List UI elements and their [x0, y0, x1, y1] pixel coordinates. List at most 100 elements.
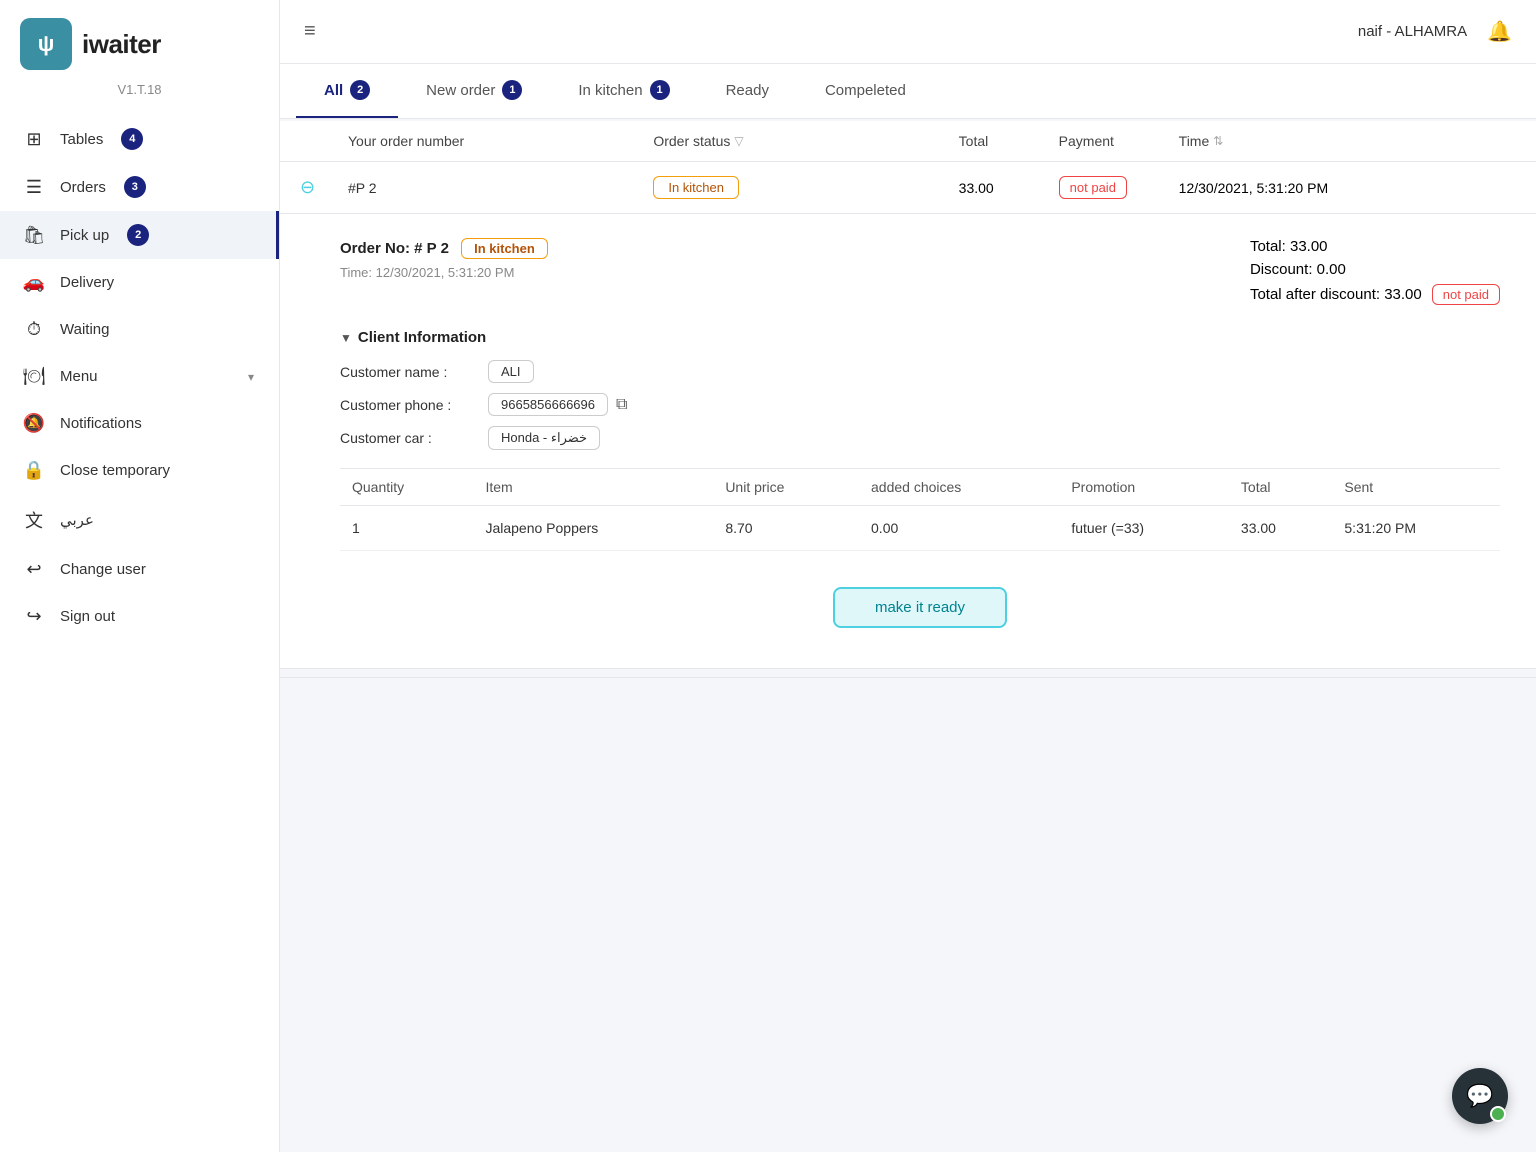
topbar: ≡ naif - ALHAMRA 🔔 [280, 0, 1536, 64]
waiting-icon: ⏱ [22, 319, 46, 340]
tab-in-kitchen[interactable]: In kitchen1 [550, 64, 697, 118]
sidebar-item-close-temporary[interactable]: 🔒 Close temporary [0, 447, 279, 494]
tab-new-order[interactable]: New order1 [398, 64, 550, 118]
sidebar-item-notifications[interactable]: 🔕Notifications [0, 400, 279, 447]
topbar-user: naif - ALHAMRA [1358, 23, 1467, 40]
client-info-arrow: ▼ [340, 331, 352, 345]
tab-all[interactable]: All 2 [296, 64, 398, 118]
sidebar-badge-tables: 4 [121, 128, 143, 150]
logo-text: iwaiter [82, 29, 161, 60]
client-info-toggle[interactable]: ▼ Client Information [340, 329, 1500, 346]
client-info-section: ▼ Client Information Customer name : ALI… [340, 329, 1500, 450]
sidebar-item-delivery[interactable]: 🚗Delivery [0, 259, 279, 306]
main-content: All2New order1In kitchen1ReadyCompeleted… [280, 64, 1536, 1152]
client-info-label: Client Information [358, 329, 486, 346]
order-totals: Total: 33.00 Discount: 0.00 Total after … [1250, 238, 1500, 311]
customer-name-value: ALI [488, 360, 534, 383]
sidebar-item-label-close-temporary: Close temporary [60, 462, 170, 479]
col-item: Item [473, 469, 713, 506]
sidebar-item-change-user[interactable]: ↩Change user [0, 546, 279, 593]
col-order-status: Order status ▽ [653, 133, 958, 149]
logo-icon: ψ [20, 18, 72, 70]
collapse-icon[interactable]: ⊖ [300, 177, 348, 198]
close-temporary-icon: 🔒 [22, 460, 46, 481]
cell-promotion: futuer (=33) [1059, 506, 1229, 551]
sidebar-item-label-delivery: Delivery [60, 274, 114, 291]
sidebar-item-pickup[interactable]: 🛍 Pick up 2 [0, 211, 279, 259]
sign-out-icon: ↪ [22, 606, 46, 627]
cell-unit_price: 8.70 [713, 506, 859, 551]
not-paid-badge: not paid [1059, 176, 1127, 199]
tab-badge-new-order: 1 [502, 80, 522, 100]
order-number: #P 2 [348, 180, 653, 196]
chat-bubble-button[interactable]: 💬 [1452, 1068, 1508, 1124]
hamburger-icon: ≡ [304, 20, 316, 42]
total-after-label: Total after discount: 33.00 [1250, 286, 1422, 303]
customer-car-label: Customer car : [340, 430, 480, 446]
cell-sent: 5:31:20 PM [1332, 506, 1500, 551]
sidebar-item-orders[interactable]: ☰Orders3 [0, 163, 279, 211]
tables-icon: ⊞ [22, 129, 46, 150]
col-sent: Sent [1332, 469, 1500, 506]
filter-icon[interactable]: ▽ [734, 134, 743, 148]
order-title: Order No: # P 2 In kitchen [340, 238, 548, 259]
order-detail: Order No: # P 2 In kitchen Time: 12/30/2… [280, 213, 1536, 668]
col-quantity: Quantity [340, 469, 473, 506]
tab-badge-all: 2 [350, 80, 370, 100]
col-time: Time ⇅ [1179, 133, 1484, 149]
menu-icon: 🍽 [22, 366, 46, 387]
chat-icon: 💬 [1466, 1083, 1493, 1109]
order-row: ⊖ #P 2 In kitchen 33.00 not paid 12/30/2… [280, 162, 1536, 213]
col-added-choices: added choices [859, 469, 1059, 506]
sidebar-item-waiting[interactable]: ⏱Waiting [0, 306, 279, 353]
order-time: 12/30/2021, 5:31:20 PM [1179, 180, 1484, 196]
orders-table-header: Your order number Order status ▽ Total P… [280, 121, 1536, 162]
sidebar: ψ iwaiter V1.T.18 ⊞Tables4☰Orders3 🛍 Pick … [0, 0, 280, 1152]
sidebar-item-tables[interactable]: ⊞Tables4 [0, 115, 279, 163]
customer-name-label: Customer name : [340, 364, 480, 380]
app-version: V1.T.18 [0, 78, 279, 109]
customer-phone-value: 9665856666696 [488, 393, 608, 416]
arabic-icon: 文 [22, 507, 46, 533]
order-time-detail: Time: 12/30/2021, 5:31:20 PM [340, 265, 548, 280]
table-row: 1Jalapeno Poppers8.700.00futuer (=33)33.… [340, 506, 1500, 551]
pickup-icon: 🛍 [22, 225, 46, 246]
sidebar-item-label-pickup: Pick up [60, 227, 109, 244]
bell-icon[interactable]: 🔔 [1487, 19, 1512, 44]
cell-added_choices: 0.00 [859, 506, 1059, 551]
status-badge-kitchen: In kitchen [653, 176, 739, 199]
tab-label-in-kitchen: In kitchen [578, 82, 642, 99]
order-total: 33.00 [959, 180, 1059, 196]
in-kitchen-badge: In kitchen [461, 238, 548, 259]
menu-toggle-button[interactable]: ≡ [304, 20, 316, 43]
sort-icon[interactable]: ⇅ [1213, 134, 1223, 148]
cell-quantity: 1 [340, 506, 473, 551]
sidebar-item-label-orders: Orders [60, 179, 106, 196]
payment-status-badge: not paid [1432, 284, 1500, 305]
items-table-header-row: Quantity Item Unit price added choices P… [340, 469, 1500, 506]
sidebar-item-menu[interactable]: 🍽Menu▾ [0, 353, 279, 400]
tab-completed[interactable]: Compeleted [797, 64, 934, 118]
notifications-icon: 🔕 [22, 413, 46, 434]
order-payment: not paid [1059, 176, 1179, 199]
col-unit-price: Unit price [713, 469, 859, 506]
order-info: Order No: # P 2 In kitchen Time: 12/30/2… [340, 238, 548, 311]
customer-phone-label: Customer phone : [340, 397, 480, 413]
order-no-label: Order No: # P 2 [340, 240, 449, 257]
tab-label-completed: Compeleted [825, 82, 906, 99]
col-actions [1484, 133, 1516, 149]
col-payment: Payment [1059, 133, 1179, 149]
tabs-bar: All2New order1In kitchen1ReadyCompeleted [280, 64, 1536, 119]
sidebar-item-arabic[interactable]: 文عربي [0, 494, 279, 546]
sidebar-item-sign-out[interactable]: ↪Sign out [0, 593, 279, 640]
customer-car-value: Honda - خضراء [488, 426, 600, 450]
main-area: ≡ naif - ALHAMRA 🔔 All2New order1In kitc… [280, 0, 1536, 1152]
make-ready-button[interactable]: make it ready [833, 587, 1007, 628]
discount-row: Discount: 0.00 [1250, 261, 1500, 278]
col-total: Total [959, 133, 1059, 149]
copy-phone-button[interactable]: ⧉ [616, 396, 627, 414]
col-total: Total [1229, 469, 1332, 506]
tab-ready[interactable]: Ready [698, 64, 797, 118]
tab-label-all: All [324, 82, 343, 99]
sidebar-badge-pickup: 2 [127, 224, 149, 246]
